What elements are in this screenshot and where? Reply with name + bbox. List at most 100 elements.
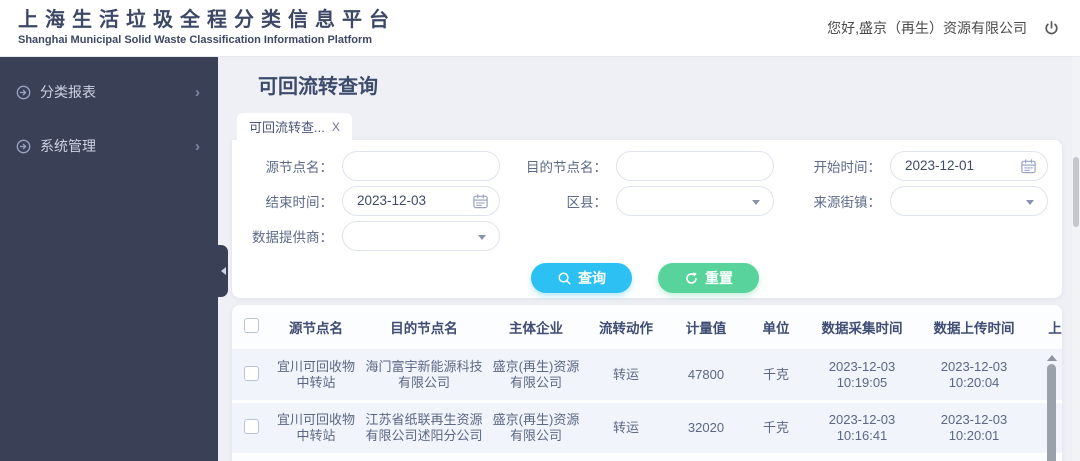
dest-node-label: 目的节点名： [526, 159, 607, 175]
chevron-right-icon: › [195, 137, 200, 155]
field-dest-node: 目的节点名： [508, 148, 782, 183]
table-scrollbar-thumb[interactable] [1047, 364, 1056, 461]
table-scrollbar [1046, 355, 1057, 461]
cell-unit: 千克 [762, 420, 789, 435]
cell-enterprise: 盛京(再生)资源有限公司 [492, 412, 580, 443]
circle-arrow-icon [16, 139, 31, 154]
source-town-label: 来源街镇： [813, 194, 882, 210]
cell-action: 转运 [612, 367, 639, 382]
col-header-upload-time: 数据上传时间 [933, 321, 1015, 336]
tab-recyclable-flow-query[interactable]: 可回流转查... X [237, 113, 352, 140]
logout-power-icon[interactable] [1043, 20, 1060, 37]
query-button[interactable]: 查询 [531, 263, 632, 293]
search-icon [558, 272, 571, 284]
col-header-source-node: 源节点名 [289, 321, 343, 336]
district-select[interactable] [616, 185, 774, 216]
sidebar-item-classification-reports[interactable]: 分类报表 › [0, 73, 218, 111]
table-row[interactable]: 宜川可回收物中转站 海门富宇新能源科技有限公司 盛京(再生)资源有限公司 转运 … [232, 350, 1062, 403]
table-row[interactable]: 宜川可回收物中转站 江苏省纸联再生资源有限公司述阳分公司 盛京(再生)资源有限公… [232, 403, 1062, 456]
cell-value: 32020 [687, 420, 725, 435]
end-time-label: 结束时间： [265, 194, 334, 210]
row-checkbox-cell [232, 365, 270, 385]
select-all-checkbox[interactable] [243, 318, 259, 333]
filter-panel: 源节点名： 目的节点名： 开始时间： 2023-12-01 结束时间： 2023… [232, 140, 1062, 298]
row-checkbox-cell [232, 418, 270, 438]
district-select-value[interactable] [617, 186, 773, 215]
cell-collect-time: 2023-12-03 10:16:41 [828, 412, 896, 443]
end-time-control [342, 185, 500, 216]
cell-value: 47800 [687, 367, 725, 382]
data-provider-select-value[interactable] [343, 221, 499, 250]
sidebar-item-label: 分类报表 [40, 84, 96, 100]
col-header-action: 流转动作 [599, 321, 653, 336]
source-node-label: 源节点名： [265, 159, 334, 175]
field-start-time: 开始时间： [782, 148, 1056, 183]
col-header-unit: 单位 [762, 321, 790, 336]
end-time-input[interactable] [343, 186, 499, 215]
col-header-truncated: 上 [1048, 321, 1062, 336]
platform-title: 上海生活垃圾全程分类信息平台 [18, 9, 396, 32]
cell-dest-node: 海门富宇新能源科技有限公司 [365, 359, 483, 390]
source-node-input[interactable] [343, 151, 499, 180]
cell-source-node: 宜川可回收物中转站 [276, 359, 355, 390]
cell-action: 转运 [612, 420, 639, 435]
sidebar: 分类报表 › 系统管理 › [0, 57, 218, 461]
cell-unit: 千克 [762, 367, 789, 382]
row-checkbox[interactable] [243, 418, 259, 434]
dest-node-control [616, 150, 774, 181]
source-node-control [342, 150, 500, 181]
data-provider-label: 数据提供商： [252, 229, 333, 245]
main-content: 可回流转查询 可回流转查... X 源节点名： 目的节点名： 开始时间： 202… [218, 57, 1080, 461]
cell-collect-time: 2023-12-03 10:19:05 [828, 359, 896, 390]
district-label: 区县： [566, 194, 608, 210]
row-checkbox[interactable] [243, 365, 259, 381]
field-end-time: 结束时间： [234, 183, 508, 218]
cell-upload-time: 2023-12-03 10:20:01 [940, 412, 1008, 443]
page-scrollbar [1072, 57, 1080, 461]
query-button-label: 查询 [578, 270, 606, 286]
source-town-select[interactable] [890, 185, 1048, 216]
app-window: 上海生活垃圾全程分类信息平台 Shanghai Municipal Solid … [0, 0, 1080, 461]
table-header-row: 源节点名 目的节点名 主体企业 流转动作 计量值 单位 数据采集时间 数据上传时… [232, 305, 1062, 350]
platform-logo: 上海生活垃圾全程分类信息平台 Shanghai Municipal Solid … [18, 9, 396, 46]
tab-close-icon[interactable]: X [332, 120, 340, 134]
col-header-value: 计量值 [685, 321, 727, 336]
field-district: 区县： [508, 183, 782, 218]
source-town-select-value[interactable] [891, 186, 1047, 215]
page-title: 可回流转查询 [258, 76, 378, 98]
start-time-input[interactable] [891, 151, 1047, 180]
col-header-collect-time: 数据采集时间 [821, 321, 903, 336]
cell-enterprise: 盛京(再生)资源有限公司 [492, 359, 580, 390]
sidebar-item-system-management[interactable]: 系统管理 › [0, 127, 218, 165]
dest-node-input[interactable] [617, 151, 773, 180]
reset-button-label: 重置 [705, 270, 733, 286]
reset-button[interactable]: 重置 [658, 263, 759, 293]
scroll-up-icon[interactable] [1046, 355, 1057, 361]
col-header-enterprise: 主体企业 [509, 321, 563, 336]
cell-dest-node: 江苏省纸联再生资源有限公司述阳分公司 [365, 412, 483, 443]
page-scrollbar-thumb[interactable] [1073, 157, 1079, 227]
circle-arrow-icon [16, 85, 31, 100]
field-source-town: 来源街镇： [782, 183, 1056, 218]
start-time-label: 开始时间： [813, 159, 882, 175]
sidebar-collapse-handle[interactable] [218, 245, 228, 297]
results-table-panel: 源节点名 目的节点名 主体企业 流转动作 计量值 单位 数据采集时间 数据上传时… [232, 305, 1062, 461]
field-data-provider: 数据提供商： [234, 218, 508, 253]
cell-upload-time: 2023-12-03 10:20:04 [940, 359, 1008, 390]
filter-grid: 源节点名： 目的节点名： 开始时间： 2023-12-01 结束时间： 2023… [234, 148, 1056, 253]
col-header-dest-node: 目的节点名 [390, 321, 458, 336]
start-time-control [890, 150, 1048, 181]
data-provider-select[interactable] [342, 220, 500, 251]
cell-source-node: 宜川可回收物中转站 [276, 412, 355, 443]
sidebar-item-label: 系统管理 [40, 138, 96, 154]
user-block: 您好,盛京（再生）资源有限公司 [827, 18, 1060, 38]
filter-actions: 查询 重置 [234, 263, 1056, 293]
platform-subtitle: Shanghai Municipal Solid Waste Classific… [18, 34, 373, 47]
collapse-left-icon [220, 267, 226, 275]
user-greeting: 您好,盛京（再生）资源有限公司 [827, 20, 1027, 36]
tab-label: 可回流转查... [249, 120, 325, 135]
top-bar: 上海生活垃圾全程分类信息平台 Shanghai Municipal Solid … [0, 0, 1080, 57]
reset-icon [686, 272, 697, 284]
select-all-cell [232, 318, 270, 336]
field-source-node: 源节点名： [234, 148, 508, 183]
